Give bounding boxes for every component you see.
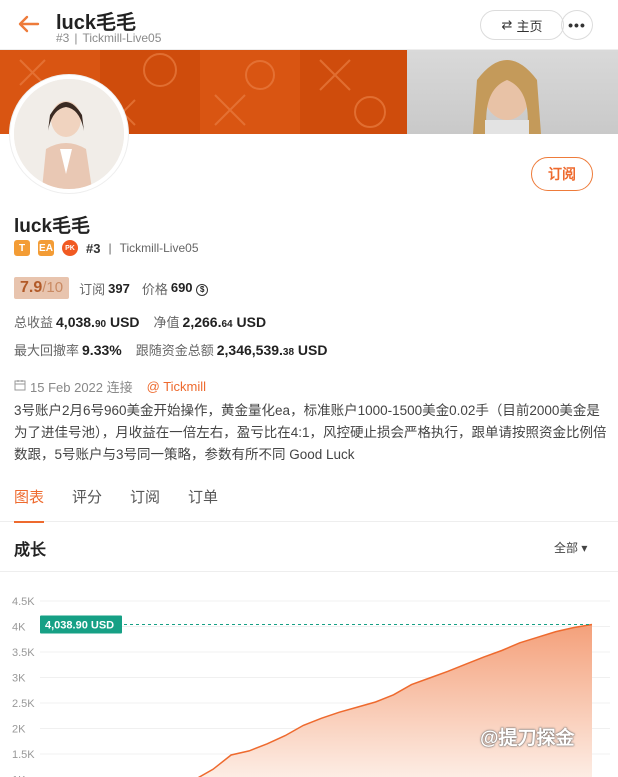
badge-t-icon: T — [14, 240, 30, 256]
total-profit-label: 总收益 — [14, 315, 54, 330]
subscribe-button[interactable]: 订阅 — [531, 157, 593, 191]
back-arrow-icon[interactable] — [16, 11, 42, 37]
trader-badges: T EA PK #3 | Tickmill-Live05 — [14, 238, 199, 258]
account-meta: 15 Feb 2022 连接 @ Tickmill — [14, 377, 206, 396]
header-account: Tickmill-Live05 — [82, 31, 162, 45]
subscribers-label: 订阅 — [79, 281, 106, 297]
header-rank: #3 — [56, 31, 70, 45]
swap-icon: ⇄ — [501, 17, 513, 32]
total-profit-value: 4,038.90 USD — [56, 314, 140, 330]
current-value-label: 4,038.90 USD — [45, 620, 114, 632]
home-button[interactable]: ⇄ 主页 — [480, 10, 564, 40]
strategy-description: 3号账户2月6号960美金开始操作，黄金量化ea，标准账户1000-1500美金… — [14, 403, 607, 462]
equity-value: 2,266.64 USD — [182, 314, 267, 330]
max-drawdown-value: 9.33% — [82, 342, 122, 358]
equity-label: 净值 — [153, 315, 180, 330]
section-title: 成长 — [14, 542, 47, 559]
tab-orders[interactable]: 订单 — [188, 480, 218, 522]
y-tick-label: 1.5K — [12, 749, 35, 761]
divider — [0, 571, 618, 572]
avatar[interactable] — [10, 75, 128, 193]
badge-ea-icon: EA — [38, 240, 54, 256]
more-button[interactable]: ••• — [561, 10, 593, 40]
price-value: 690 $ — [171, 280, 209, 296]
banner-photo — [407, 50, 618, 134]
subscribers-count: 397 — [108, 280, 130, 296]
y-tick-label: 4K — [12, 622, 26, 634]
growth-area — [195, 624, 592, 777]
score-badge: 7.9/10 — [14, 277, 70, 299]
trader-account: Tickmill-Live05 — [119, 241, 199, 255]
divider: | — [108, 241, 112, 255]
tab-rating[interactable]: 评分 — [72, 480, 102, 522]
badge-pk-icon: PK — [62, 240, 78, 256]
coin-icon: $ — [196, 284, 209, 296]
trader-name: luck毛毛 — [14, 216, 91, 237]
follow-funds-value: 2,346,539.38 USD — [216, 342, 328, 358]
more-dots-icon: ••• — [568, 17, 586, 33]
stats-row-2: 最大回撤率 9.33% 跟随资金总额 2,346,539.38 USD — [14, 340, 341, 360]
score-row: 7.9/10 订阅 397 价格 690 $ — [14, 276, 220, 300]
watermark-text: @提刀探金 — [480, 728, 575, 749]
y-tick-label: 3.5K — [12, 647, 35, 659]
header-subtitle: #3 | Tickmill-Live05 — [56, 31, 162, 45]
tab-subscriptions[interactable]: 订阅 — [130, 480, 160, 522]
follow-funds-label: 跟随资金总额 — [135, 343, 214, 358]
calendar-icon — [14, 379, 26, 394]
tab-bar: 图表 评分 订阅 订单 — [0, 480, 618, 523]
home-button-label: 主页 — [516, 18, 543, 34]
y-tick-label: 2K — [12, 724, 26, 736]
price-label: 价格 — [141, 281, 168, 297]
trader-rank: #3 — [86, 240, 101, 256]
tab-chart[interactable]: 图表 — [14, 480, 45, 523]
broker-link[interactable]: @ Tickmill — [147, 379, 206, 394]
connect-date: 15 Feb 2022 连接 — [30, 380, 133, 395]
max-drawdown-label: 最大回撤率 — [14, 343, 80, 358]
top-bar: luck毛毛 #3 | Tickmill-Live05 ⇄ 主页 ••• — [0, 0, 618, 50]
y-tick-label: 2.5K — [12, 698, 35, 710]
y-tick-label: 4.5K — [12, 596, 35, 608]
stats-row-1: 总收益 4,038.90 USD 净值 2,266.64 USD — [14, 312, 280, 332]
y-tick-label: 3K — [12, 673, 26, 685]
range-dropdown[interactable]: 全部 ▾ — [554, 539, 587, 556]
